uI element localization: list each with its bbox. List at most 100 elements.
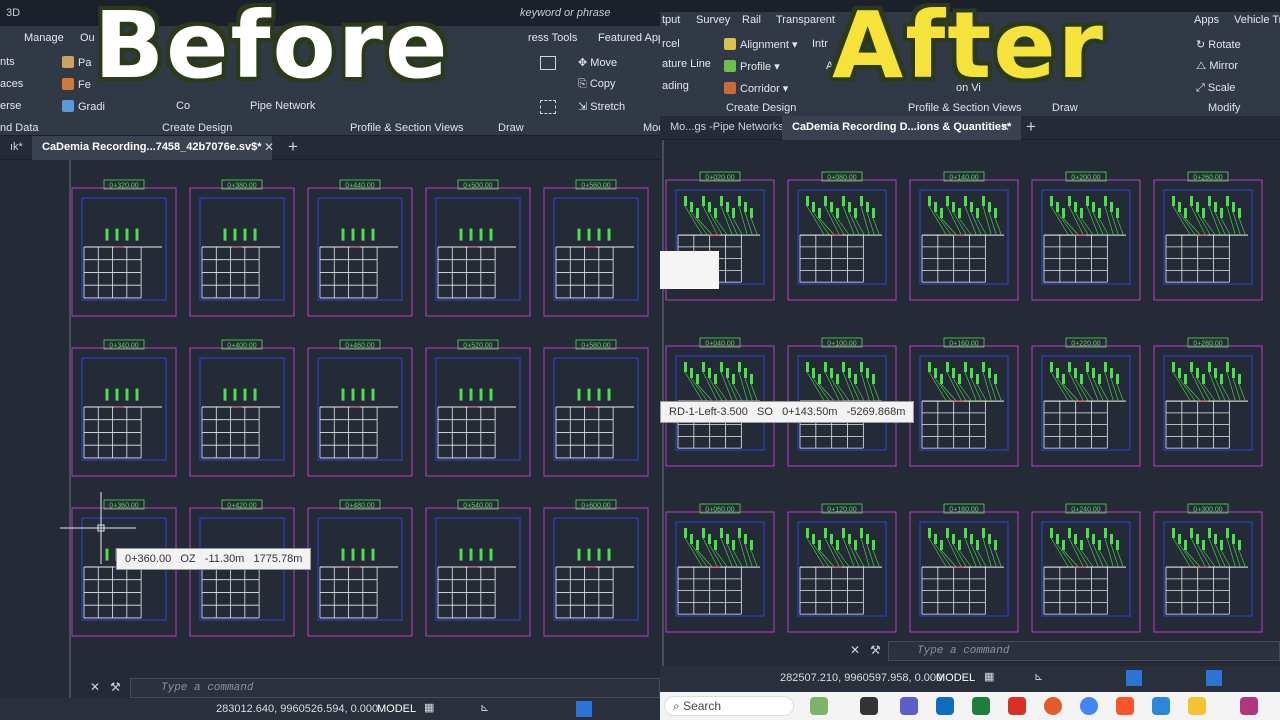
- ribbon-btn-grading[interactable]: Gradi: [62, 100, 105, 113]
- firefox-icon[interactable]: [1044, 697, 1062, 715]
- panel-draw[interactable]: Draw: [498, 122, 524, 134]
- offset-label: [1116, 540, 1119, 550]
- excel-icon[interactable]: [972, 697, 990, 715]
- scale-button[interactable]: ⤢ Scale: [1196, 82, 1235, 95]
- tab-apps[interactable]: Apps: [1194, 14, 1219, 26]
- panel-profile-section-views[interactable]: Profile & Section Views: [350, 122, 464, 134]
- ribbon-btn-parcel[interactable]: rcel: [662, 38, 680, 50]
- snap-icon[interactable]: ⊾: [1034, 670, 1043, 683]
- offset-label: [854, 540, 857, 550]
- leader-line: [732, 549, 743, 568]
- hatch-icon[interactable]: [540, 100, 556, 114]
- wrench-icon[interactable]: ⚒: [110, 680, 121, 694]
- leader-line: [750, 549, 758, 568]
- command-line-input[interactable]: Type a command: [130, 678, 660, 698]
- alignment-button[interactable]: Alignment ▾: [724, 38, 798, 51]
- rotate-button[interactable]: ↻ Rotate: [1196, 38, 1241, 51]
- ribbon-btn-feature[interactable]: Fe: [62, 78, 91, 91]
- doc-tab-active[interactable]: CaDemia Recording...7458_42b7076e.sv$*: [32, 136, 272, 160]
- station-label: 0+240.00: [1071, 507, 1100, 514]
- teams-icon[interactable]: [900, 697, 918, 715]
- tab-transparent[interactable]: Transparent: [776, 14, 835, 26]
- section-view: 0+560.00: [543, 179, 649, 317]
- leader-line: [928, 205, 947, 236]
- grid-icon[interactable]: ▦: [424, 701, 434, 714]
- civil3d-icon[interactable]: [1240, 697, 1258, 715]
- close-icon[interactable]: ✕: [90, 680, 100, 694]
- edge-icon[interactable]: [1152, 697, 1170, 715]
- tab-output[interactable]: Ou: [80, 32, 95, 44]
- wrench-icon[interactable]: ⚒: [870, 643, 881, 657]
- corridor-button[interactable]: Corridor ▾: [724, 82, 788, 95]
- new-tab-plus-icon[interactable]: +: [288, 137, 298, 157]
- panel-modify[interactable]: Modify: [1208, 102, 1240, 114]
- doc-tab-active[interactable]: CaDemia Recording D...ions & Quantities*: [782, 116, 1022, 140]
- ribbon-btn-grading[interactable]: ading: [662, 80, 689, 92]
- close-icon[interactable]: ✕: [1000, 120, 1010, 134]
- ortho-icon[interactable]: [1126, 670, 1142, 686]
- intersection-button[interactable]: Intr: [812, 38, 828, 50]
- ribbon-btn-traverse[interactable]: erse: [0, 100, 21, 112]
- ribbon-btn-points[interactable]: nts: [0, 56, 15, 68]
- outlook-icon[interactable]: [936, 697, 954, 715]
- close-icon[interactable]: ✕: [264, 140, 274, 154]
- ribbon-btn-pipe-network[interactable]: Pipe Network: [250, 100, 315, 112]
- panel-modify[interactable]: Mod: [643, 122, 660, 134]
- file-explorer-icon[interactable]: [1188, 697, 1206, 715]
- new-tab-plus-icon[interactable]: +: [1026, 117, 1036, 137]
- drawing-canvas[interactable]: 0+320.00 0+380.00 0+440.00 0+500.00 0+560.00…: [0, 160, 660, 698]
- app-icon[interactable]: [1008, 697, 1026, 715]
- section-view: 0+180.00: [909, 503, 1019, 633]
- command-line-input[interactable]: Type a command: [888, 641, 1280, 661]
- offset-label: [940, 374, 943, 384]
- blank-popup: [660, 251, 719, 289]
- close-icon[interactable]: ✕: [850, 643, 860, 657]
- panel-profile-section-views[interactable]: Profile & Section Views: [908, 102, 1022, 114]
- model-space-button[interactable]: MODEL: [377, 703, 416, 715]
- offset-label: [1208, 196, 1211, 206]
- tab-output[interactable]: tput: [662, 14, 680, 26]
- ribbon-btn-surfaces[interactable]: aces: [0, 78, 23, 90]
- tab-vehicle-tracking[interactable]: Vehicle Tr: [1234, 14, 1280, 26]
- rectangle-icon[interactable]: [540, 56, 556, 70]
- panel-create-design[interactable]: Create Design: [726, 102, 796, 114]
- tab-survey[interactable]: Survey: [696, 14, 730, 26]
- offset-label: [361, 388, 365, 401]
- offset-label: [105, 548, 109, 561]
- taskbar-search[interactable]: ⌕ Search: [664, 696, 794, 716]
- ribbon-btn-feature-line[interactable]: ature Line: [662, 58, 711, 70]
- offset-label: [988, 534, 991, 544]
- doc-tab[interactable]: ık*: [0, 136, 33, 160]
- annotation-icon[interactable]: [1206, 670, 1222, 686]
- search-placeholder[interactable]: keyword or phrase: [520, 7, 611, 19]
- profile-button[interactable]: Profile ▾: [724, 60, 780, 73]
- offset-label: [1074, 368, 1077, 378]
- ortho-icon[interactable]: [576, 701, 592, 717]
- offset-label: [806, 528, 809, 538]
- tab-featured-apps[interactable]: Featured App: [598, 32, 660, 44]
- tab-express-tools[interactable]: ress Tools: [528, 32, 577, 44]
- offset-label: [836, 540, 839, 550]
- snap-icon[interactable]: ⊾: [480, 701, 489, 714]
- tab-manage[interactable]: Manage: [24, 32, 64, 44]
- mirror-button[interactable]: ⧍ Mirror: [1196, 60, 1238, 73]
- panel-draw[interactable]: Draw: [1052, 102, 1078, 114]
- copy-button[interactable]: ⎘ Copy: [578, 78, 616, 91]
- doc-tab[interactable]: Mo...gs -Pipe Networks*: [660, 116, 798, 140]
- widget-icon[interactable]: [810, 697, 828, 715]
- brave-icon[interactable]: [1116, 697, 1134, 715]
- offset-label: [115, 228, 119, 241]
- task-view-icon[interactable]: [860, 697, 878, 715]
- chrome-icon[interactable]: [1080, 697, 1098, 715]
- ribbon-btn-corridor[interactable]: Co: [176, 100, 190, 112]
- tab-rail[interactable]: Rail: [742, 14, 761, 26]
- stretch-button[interactable]: ⇲ Stretch: [578, 100, 625, 113]
- ribbon-btn-parcel[interactable]: Pa: [62, 56, 91, 69]
- panel-ground-data[interactable]: nd Data: [0, 122, 39, 134]
- offset-label: [854, 374, 857, 384]
- move-button[interactable]: ✥ Move: [578, 56, 617, 69]
- model-space-button[interactable]: MODEL: [936, 672, 975, 684]
- grid-icon[interactable]: ▦: [984, 670, 994, 683]
- panel-create-design[interactable]: Create Design: [162, 122, 232, 134]
- offset-label: [1080, 208, 1083, 218]
